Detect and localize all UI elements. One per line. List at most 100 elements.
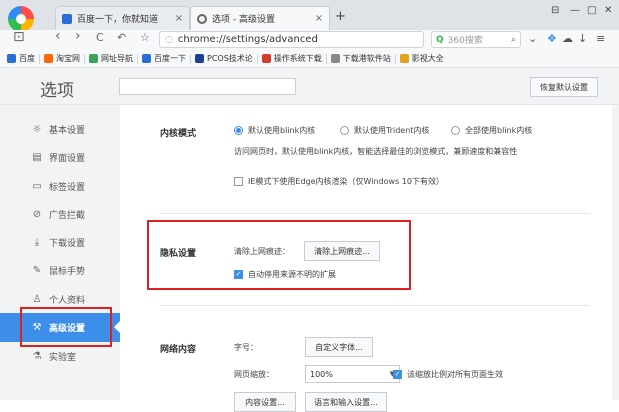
scrollbar[interactable]: [612, 105, 619, 400]
sidebar-item-basic[interactable]: ☼ 基本设置: [0, 115, 120, 143]
video-icon: [399, 54, 409, 63]
zoom-select[interactable]: 100% ▼: [305, 365, 400, 383]
reload-button[interactable]: C: [96, 31, 104, 44]
search-box[interactable]: Q 360搜索 ⌕: [431, 31, 521, 48]
sidebar-toggle-icon[interactable]: ⊡: [13, 29, 25, 45]
pin-icon[interactable]: ⊟: [551, 5, 559, 16]
zoom-label: 网页缩放：: [234, 370, 274, 379]
radio-button[interactable]: [340, 126, 349, 135]
sidebar-item-label: 标签设置: [49, 182, 86, 193]
bookmarks-bar: 百度 淘宝网 网址导航 百度一下 PCOS技术论 操作系统下载 下载港软件站 影…: [0, 50, 619, 68]
tab-title: 百度一下，你就知道: [77, 15, 159, 25]
page-title: 选项: [40, 81, 74, 101]
sidebar-item-label: 鼠标手势: [49, 266, 86, 277]
content-settings-button[interactable]: 内容设置...: [234, 392, 296, 412]
tab-icon: ▭: [32, 180, 42, 192]
sidebar-item-label: 下载设置: [49, 238, 86, 249]
menu-icon[interactable]: ≡: [596, 32, 605, 45]
back-button[interactable]: ‹: [55, 28, 61, 44]
sidebar-item-label: 个人资料: [49, 295, 86, 306]
zoom-all-pages-option[interactable]: ✓ 该缩放比例对所有页面生效: [393, 369, 503, 380]
font-size-label: 字号：: [234, 343, 258, 352]
language-settings-button[interactable]: 语言和输入设置...: [305, 392, 387, 412]
search-placeholder: 360搜索: [447, 36, 483, 46]
section-title-web-content: 网络内容: [160, 345, 197, 355]
sidebar-item-label: 界面设置: [49, 153, 86, 164]
search-icon[interactable]: ⌕: [511, 35, 516, 45]
gesture-icon: ✎: [32, 264, 42, 276]
apps-icon[interactable]: ❖: [547, 32, 557, 45]
cloud-icon[interactable]: ☁: [562, 32, 573, 45]
forward-button[interactable]: ›: [75, 28, 81, 44]
gear-icon: [197, 13, 207, 24]
tab-baidu[interactable]: 百度一下，你就知道 ×: [55, 6, 190, 30]
sidebar-item-adblock[interactable]: ⊘ 广告拦截: [0, 200, 120, 228]
bookmark-item[interactable]: PCOS技术论: [191, 53, 257, 64]
close-icon[interactable]: ×: [315, 13, 323, 24]
sidebar-item-label: 实验室: [49, 352, 77, 363]
tab-title: 选项 - 高级设置: [212, 15, 275, 25]
radio-button[interactable]: [234, 126, 243, 135]
checkbox[interactable]: [234, 177, 243, 186]
sidebar-item-tabs[interactable]: ▭ 标签设置: [0, 172, 120, 200]
nav-icon: [89, 54, 98, 63]
page-info-icon[interactable]: ◌: [165, 35, 173, 45]
sun-icon: ☼: [32, 123, 42, 135]
block-icon: ⊘: [32, 208, 42, 220]
checkbox-label: 该缩放比例对所有页面生效: [407, 370, 503, 379]
custom-font-button[interactable]: 自定义字体...: [305, 337, 373, 357]
flask-icon: ⚗: [32, 350, 42, 362]
bookmark-star-button[interactable]: ☆: [140, 31, 150, 44]
section-title-kernel: 内核模式: [160, 129, 197, 139]
bookmark-item[interactable]: 百度一下: [138, 53, 190, 64]
radio-option[interactable]: 默认使用Trident内核: [340, 125, 429, 136]
os-download-icon: [261, 54, 271, 63]
radio-option[interactable]: 全部使用blink内核: [451, 125, 532, 136]
highlight-box: [147, 220, 411, 290]
baidu-paw-icon: [62, 13, 72, 24]
bookmark-item[interactable]: 网址导航: [85, 53, 137, 64]
settings-search-input[interactable]: [119, 78, 296, 95]
divider: [160, 213, 590, 214]
sidebar-item-download[interactable]: ⤓ 下载设置: [0, 228, 120, 256]
close-icon[interactable]: ×: [175, 13, 183, 24]
ie-edge-option[interactable]: IE模式下使用Edge内核渲染（仅Windows 10下有效）: [234, 176, 444, 187]
download-icon[interactable]: ↓: [578, 32, 587, 45]
bookmark-item[interactable]: 影视大全: [396, 53, 448, 64]
url-text[interactable]: chrome://settings/advanced: [178, 34, 318, 45]
maximize-button[interactable]: □: [587, 5, 596, 16]
new-tab-button[interactable]: +: [335, 9, 346, 24]
sidebar-item-label: 广告拦截: [49, 210, 86, 221]
bookmark-item[interactable]: 操作系统下载: [258, 53, 326, 64]
taobao-icon: [44, 54, 53, 63]
minimize-button[interactable]: —: [570, 5, 580, 16]
highlight-box: [20, 307, 112, 347]
bookmark-item[interactable]: 淘宝网: [40, 53, 84, 64]
radio-button[interactable]: [451, 126, 460, 135]
close-window-button[interactable]: ✕: [604, 5, 612, 16]
sidebar-item-interface[interactable]: ▤ 界面设置: [0, 143, 120, 171]
tab-settings[interactable]: 选项 - 高级设置 ×: [190, 6, 330, 30]
baidu-icon: [7, 54, 16, 63]
kernel-description: 访问网页时，默认使用blink内核，智能选择最佳的浏览模式，兼顾速度和兼容性: [234, 147, 518, 156]
bookmark-item[interactable]: 百度: [3, 53, 39, 64]
bookmark-item[interactable]: 下载港软件站: [327, 53, 395, 64]
restore-defaults-button[interactable]: 恢复默认设置: [530, 77, 598, 97]
sidebar-item-label: 基本设置: [49, 125, 86, 136]
undo-button[interactable]: ↶: [117, 31, 126, 44]
radio-option[interactable]: 默认使用blink内核: [234, 125, 315, 136]
window-icon: ▤: [32, 151, 42, 163]
radio-label: 默认使用Trident内核: [354, 126, 430, 135]
dropdown-icon[interactable]: ⌄: [528, 32, 537, 45]
checkbox-label: IE模式下使用Edge内核渲染（仅Windows 10下有效）: [248, 177, 444, 186]
radio-label: 默认使用blink内核: [248, 126, 316, 135]
address-bar[interactable]: ◌ chrome://settings/advanced: [159, 31, 424, 48]
user-icon: ♙: [32, 293, 42, 305]
sidebar-item-mouse-gesture[interactable]: ✎ 鼠标手势: [0, 256, 120, 284]
zoom-value: 100%: [310, 369, 333, 379]
search-engine-icon: Q: [436, 34, 444, 45]
checkbox[interactable]: ✓: [393, 370, 402, 379]
radio-label: 全部使用blink内核: [465, 126, 533, 135]
download-icon: ⤓: [34, 236, 40, 248]
divider: [160, 305, 590, 306]
